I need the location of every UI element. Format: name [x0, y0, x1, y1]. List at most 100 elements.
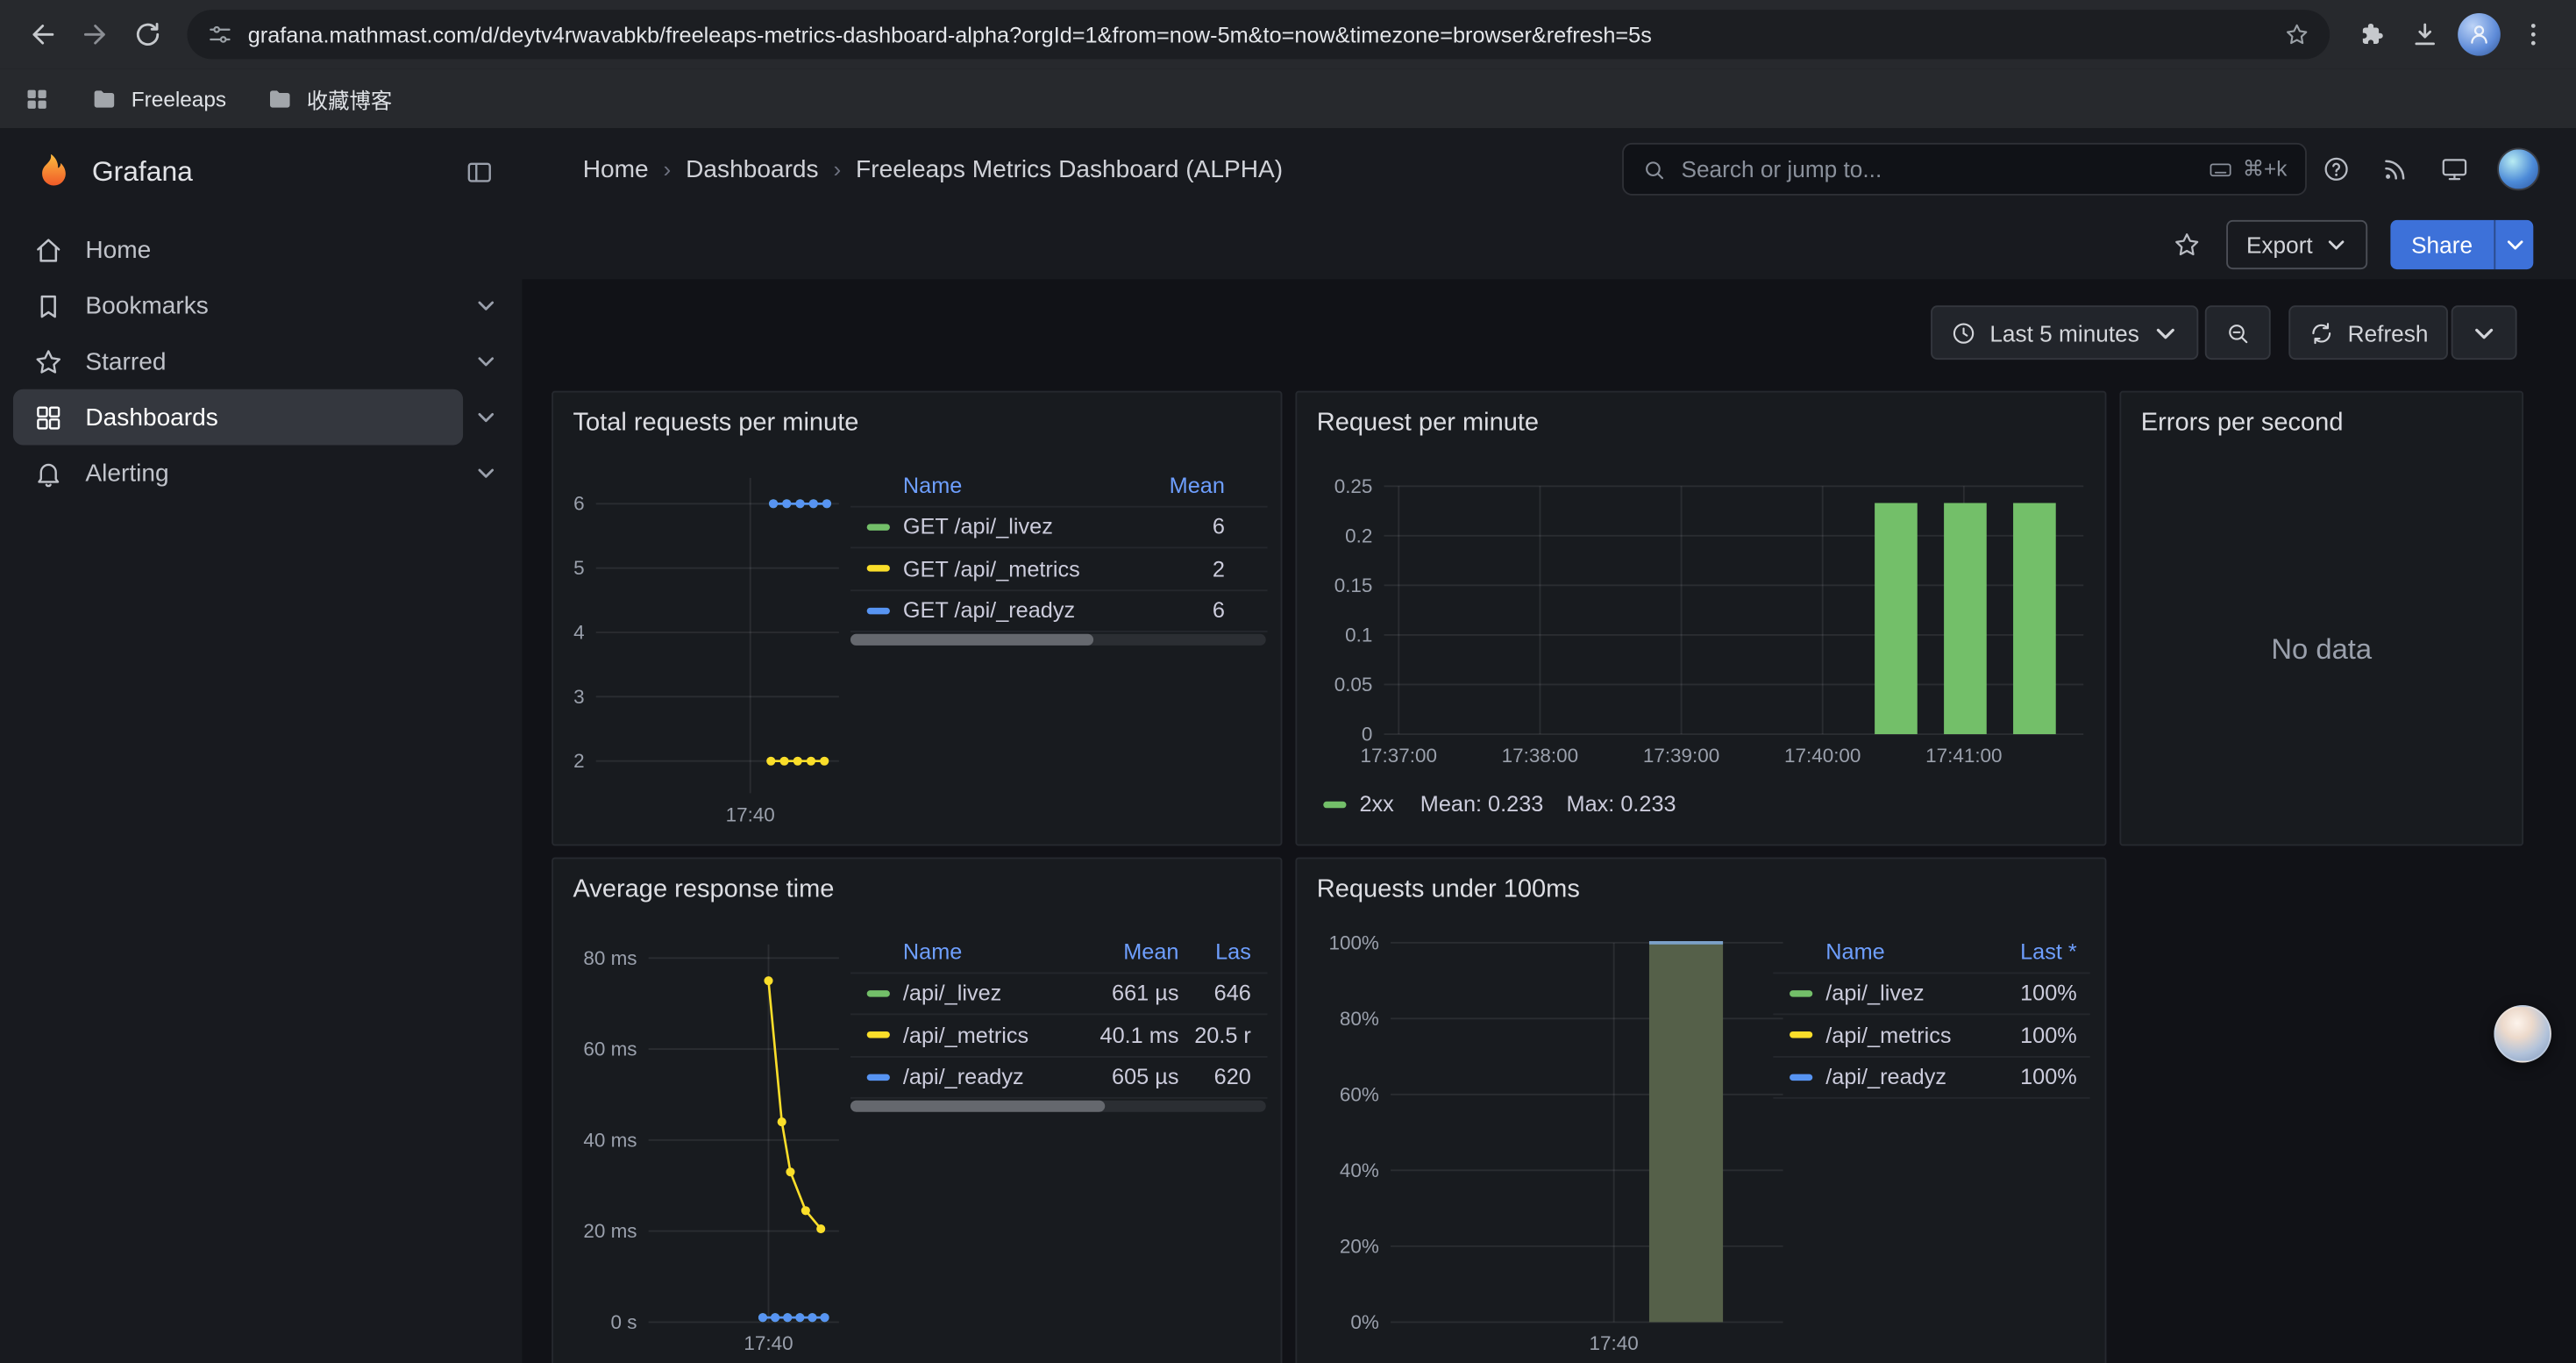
- share-button[interactable]: Share: [2390, 220, 2534, 269]
- legend-row[interactable]: /api/_metrics 100%: [1773, 1015, 2089, 1057]
- panel-title[interactable]: Total requests per minute: [553, 393, 1281, 455]
- chevron-down-icon: [2503, 233, 2526, 256]
- user-avatar[interactable]: [2497, 148, 2540, 191]
- browser-forward-button[interactable]: [69, 8, 122, 61]
- time-controls: Last 5 minutes Refresh: [1931, 305, 2517, 360]
- legend-col-last[interactable]: Las: [1178, 939, 1250, 964]
- series-max: Max: 0.233: [1567, 792, 1676, 817]
- display-button[interactable]: [2425, 139, 2484, 198]
- news-button[interactable]: [2366, 139, 2424, 198]
- sidebar-item-alerting[interactable]: Alerting: [13, 445, 463, 501]
- series-swatch-blue: [1790, 1074, 1812, 1080]
- chevron-down-icon: [474, 406, 497, 429]
- bookmark-star-icon[interactable]: [2284, 21, 2310, 47]
- legend-row[interactable]: GET /api/_livez 6: [850, 507, 1268, 549]
- time-range-picker[interactable]: Last 5 minutes: [1931, 305, 2198, 360]
- breadcrumb-dashboards[interactable]: Dashboards: [686, 155, 818, 183]
- reload-icon: [133, 19, 163, 49]
- request-per-minute-chart[interactable]: 0.250.20.150.10.05017:37:0017:38:0017:39…: [1312, 467, 2096, 777]
- total-requests-chart[interactable]: 6543217:40: [570, 471, 849, 836]
- legend-col-name[interactable]: Name: [1790, 939, 1991, 964]
- svg-text:17:38:00: 17:38:00: [1502, 745, 1578, 767]
- panel-title[interactable]: Errors per second: [2121, 393, 2522, 455]
- back-arrow-icon: [28, 19, 58, 49]
- rss-icon: [2380, 154, 2410, 184]
- avg-response-chart[interactable]: 80 ms60 ms40 ms20 ms0 s17:40: [570, 931, 849, 1362]
- panel-title[interactable]: Request per minute: [1297, 393, 2104, 455]
- browser-downloads-button[interactable]: [2399, 8, 2451, 61]
- monitor-icon: [2440, 154, 2470, 184]
- sidebar-expand-alerting[interactable]: [463, 445, 509, 501]
- refresh-label: Refresh: [2348, 319, 2429, 346]
- sidebar-expand-starred[interactable]: [463, 333, 509, 389]
- grafana-logo-icon[interactable]: [28, 151, 71, 194]
- star-icon: [2173, 230, 2202, 260]
- legend-col-mean[interactable]: Mean: [1123, 473, 1225, 497]
- legend-row[interactable]: GET /api/_metrics 2: [850, 548, 1268, 590]
- url-text[interactable]: grafana.mathmast.com/d/deytv4rwavabkb/fr…: [248, 22, 2269, 46]
- legend-col-name[interactable]: Name: [867, 473, 1123, 497]
- sidebar-collapse-button[interactable]: [465, 158, 495, 188]
- legend-row[interactable]: /api/_readyz 100%: [1773, 1057, 2089, 1099]
- legend[interactable]: 2xx Mean: 0.233 Max: 0.233: [1323, 792, 1699, 817]
- breadcrumb-home[interactable]: Home: [583, 155, 649, 183]
- zoom-out-icon: [2224, 319, 2251, 346]
- scrollbar-thumb[interactable]: [850, 1101, 1105, 1112]
- legend-row[interactable]: /api/_livez 661 µs 646: [850, 973, 1268, 1015]
- sidebar-expand-bookmarks[interactable]: [463, 277, 509, 333]
- svg-text:6: 6: [573, 493, 584, 515]
- share-label[interactable]: Share: [2390, 220, 2494, 269]
- series-swatch-yellow: [1790, 1031, 1812, 1038]
- bookmark-folder-blogs[interactable]: 收藏博客: [266, 83, 392, 115]
- sidebar-item-bookmarks[interactable]: Bookmarks: [13, 277, 463, 333]
- legend-scrollbar[interactable]: [850, 634, 1266, 646]
- svg-text:17:41:00: 17:41:00: [1925, 745, 2002, 767]
- export-button[interactable]: Export: [2226, 220, 2366, 269]
- panel-title[interactable]: Requests under 100ms: [1297, 859, 2104, 921]
- panel-title[interactable]: Average response time: [553, 859, 1281, 921]
- sidebar-item-home[interactable]: Home: [13, 222, 509, 278]
- legend-row[interactable]: GET /api/_readyz 6: [850, 590, 1268, 632]
- legend-scrollbar[interactable]: [850, 1101, 1266, 1112]
- brand-name[interactable]: Grafana: [92, 156, 193, 189]
- floating-assistant-avatar[interactable]: [2494, 1005, 2551, 1063]
- site-settings-icon[interactable]: [207, 21, 233, 47]
- no-data-message: No data: [2121, 455, 2522, 845]
- panel-avg-response-time: Average response time 80 ms60 ms40 ms20 …: [551, 857, 1282, 1363]
- sidebar-item-dashboards[interactable]: Dashboards: [13, 389, 463, 446]
- series-name[interactable]: 2xx: [1359, 792, 1393, 817]
- browser-menu-button[interactable]: [2507, 8, 2559, 61]
- legend-col-name[interactable]: Name: [867, 939, 1084, 964]
- address-bar[interactable]: grafana.mathmast.com/d/deytv4rwavabkb/fr…: [187, 10, 2330, 59]
- screen: grafana.mathmast.com/d/deytv4rwavabkb/fr…: [0, 0, 2576, 1363]
- zoom-out-button[interactable]: [2205, 305, 2271, 360]
- panel-request-per-minute: Request per minute 0.250.20.150.10.05017…: [1295, 391, 2106, 846]
- bookmark-folder-freeleaps[interactable]: Freeleaps: [90, 84, 226, 112]
- refresh-button[interactable]: Refresh: [2288, 305, 2448, 360]
- chevron-down-icon: [474, 350, 497, 373]
- legend-col-mean[interactable]: Mean: [1084, 939, 1179, 964]
- favorite-dashboard-button[interactable]: [2173, 230, 2202, 260]
- legend-col-last[interactable]: Last *: [1991, 939, 2076, 964]
- share-menu-button[interactable]: [2494, 220, 2533, 269]
- sidebar-item-starred[interactable]: Starred: [13, 333, 463, 389]
- apps-grid-button[interactable]: [23, 84, 51, 112]
- browser-extensions-button[interactable]: [2346, 8, 2399, 61]
- home-icon: [32, 234, 64, 266]
- scrollbar-thumb[interactable]: [850, 634, 1093, 646]
- svg-text:17:40: 17:40: [744, 1332, 793, 1354]
- help-button[interactable]: [2307, 139, 2366, 198]
- browser-profile-avatar[interactable]: [2458, 13, 2501, 56]
- bookmark-icon: [32, 290, 64, 322]
- legend-row[interactable]: /api/_readyz 605 µs 620: [850, 1057, 1268, 1099]
- svg-text:0.1: 0.1: [1345, 624, 1372, 646]
- search-input[interactable]: Search or jump to... ⌘+k: [1622, 143, 2307, 196]
- svg-text:0%: 0%: [1350, 1311, 1378, 1333]
- browser-back-button[interactable]: [17, 8, 69, 61]
- legend-row[interactable]: /api/_metrics 40.1 ms 20.5 r: [850, 1015, 1268, 1057]
- browser-reload-button[interactable]: [122, 8, 174, 61]
- legend-row[interactable]: /api/_livez 100%: [1773, 973, 2089, 1015]
- sidebar-expand-dashboards[interactable]: [463, 389, 509, 446]
- under-100ms-chart[interactable]: 100%80%60%40%20%0%17:40: [1312, 930, 1791, 1361]
- refresh-interval-button[interactable]: [2451, 305, 2517, 360]
